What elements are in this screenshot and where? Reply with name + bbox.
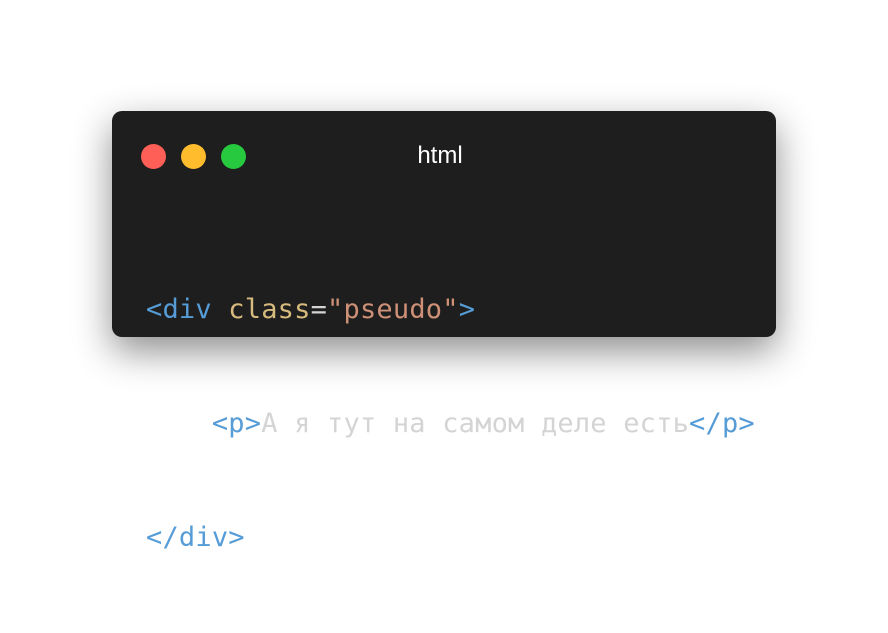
code-window: html <div class="pseudo"> <p>А я тут на …	[112, 111, 776, 553]
class-attribute-value: "pseudo"	[327, 294, 459, 325]
code-line-1: <div class="pseudo">	[146, 291, 755, 329]
code-line-3: </div>	[146, 519, 755, 557]
paragraph-text: А я тут на самом деле есть	[261, 408, 690, 439]
div-close-tag: </div>	[146, 522, 245, 553]
code-block: <div class="pseudo"> <p>А я тут на самом…	[146, 215, 755, 633]
div-open-tag: <div	[146, 294, 212, 325]
code-line-2: <p>А я тут на самом деле есть</p>	[146, 405, 755, 443]
class-attribute-name: class	[228, 294, 311, 325]
p-close-tag: </p>	[689, 408, 755, 439]
p-open-tag: <p>	[211, 408, 262, 439]
equals-sign: =	[310, 294, 328, 325]
window-title: html	[417, 142, 463, 169]
div-open-tag-end: >	[458, 294, 476, 325]
